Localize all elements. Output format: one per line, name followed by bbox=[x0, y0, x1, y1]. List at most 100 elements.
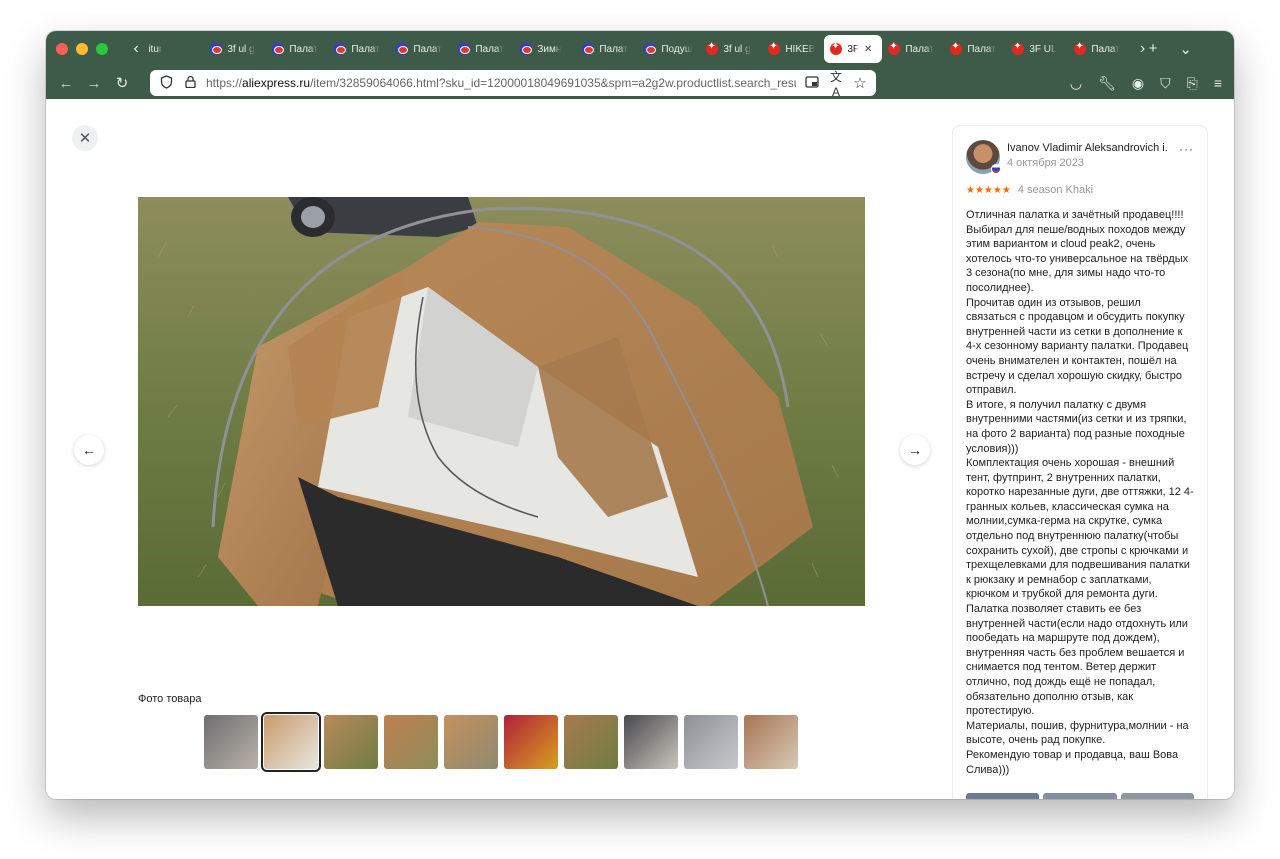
review-photo[interactable] bbox=[1120, 793, 1194, 799]
new-tab-icon[interactable]: + bbox=[1149, 40, 1158, 58]
next-photo-button[interactable]: → bbox=[900, 435, 930, 465]
tab-label: Палат bbox=[905, 43, 934, 55]
url-path: /item/32859064066.html?sku_id=1200001804… bbox=[310, 76, 796, 90]
product-photo bbox=[138, 197, 865, 606]
tabs-scroll-right-icon[interactable]: › bbox=[1136, 40, 1148, 58]
tab-label: Палат bbox=[1091, 43, 1120, 55]
url-text[interactable]: https://aliexpress.ru/item/32859064066.h… bbox=[206, 76, 796, 90]
photo-thumbnail[interactable] bbox=[624, 715, 678, 769]
review-header: Ivanov Vladimir Aleksandrovich i. 4 октя… bbox=[966, 140, 1194, 174]
author-block: Ivanov Vladimir Aleksandrovich i. 4 октя… bbox=[1007, 140, 1168, 169]
thumbnail-strip bbox=[204, 712, 798, 772]
browser-tab[interactable]: Палат bbox=[328, 35, 390, 63]
screen: ‹ itur 3f ul g Палат Палат Палат Палат Зимн Пал… bbox=[0, 0, 1280, 859]
tab-label: Палат bbox=[413, 43, 442, 55]
photo-thumbnail[interactable] bbox=[684, 715, 738, 769]
aliexpress-favicon-icon bbox=[950, 41, 963, 55]
browser-tab[interactable]: Палат bbox=[944, 35, 1006, 63]
close-window-button[interactable] bbox=[56, 43, 68, 55]
review-variant: 4 season Khaki bbox=[1017, 184, 1094, 196]
account-icon[interactable]: ◉ bbox=[1132, 75, 1144, 92]
url-scheme: https:// bbox=[206, 76, 243, 90]
tent-photo-image bbox=[138, 197, 865, 606]
photo-thumbnail[interactable] bbox=[261, 712, 321, 772]
zoom-window-button[interactable] bbox=[96, 43, 108, 55]
browser-tab[interactable]: Палат bbox=[576, 35, 638, 63]
browser-tab[interactable]: Подуш bbox=[638, 35, 700, 63]
photo-thumbnail[interactable] bbox=[504, 715, 558, 769]
aliexpress-favicon-icon bbox=[1074, 41, 1087, 55]
review-date: 4 октября 2023 bbox=[1007, 157, 1084, 169]
aliexpress-favicon-icon bbox=[888, 41, 901, 55]
tracking-protection-shield-icon[interactable] bbox=[158, 74, 174, 92]
review-photo[interactable] bbox=[1043, 793, 1117, 799]
arrow-right-icon: → bbox=[908, 442, 922, 458]
tools-wrench-icon[interactable]: 🔧︎ bbox=[1098, 75, 1116, 92]
browser-tab[interactable]: Палат bbox=[882, 35, 944, 63]
aliexpress-favicon-icon bbox=[272, 43, 285, 55]
window-controls bbox=[56, 43, 108, 55]
browser-tab[interactable]: Зимн bbox=[514, 35, 576, 63]
photo-thumbnail[interactable] bbox=[204, 715, 258, 769]
browser-tab[interactable]: Палат bbox=[452, 35, 514, 63]
tabs-scroll-left-icon[interactable]: ‹ bbox=[130, 40, 142, 58]
browser-tab[interactable]: 3F UL bbox=[1006, 35, 1068, 63]
arrow-left-icon: ← bbox=[82, 442, 96, 458]
aliexpress-favicon-icon bbox=[768, 41, 781, 55]
aliexpress-favicon-icon bbox=[830, 41, 843, 55]
extensions-icon[interactable]: ⎘ bbox=[1187, 75, 1198, 92]
aliexpress-favicon-icon bbox=[458, 43, 471, 55]
menu-icon[interactable]: ≡ bbox=[1214, 75, 1222, 92]
photo-thumbnail[interactable] bbox=[444, 715, 498, 769]
photo-thumbnail[interactable] bbox=[384, 715, 438, 769]
tab-label: Палат bbox=[475, 43, 504, 55]
back-icon[interactable]: ← bbox=[52, 75, 80, 92]
translate-icon[interactable]: 文A bbox=[828, 68, 844, 99]
forward-icon[interactable]: → bbox=[80, 75, 108, 92]
review-panel: Ivanov Vladimir Aleksandrovich i. 4 октя… bbox=[952, 125, 1208, 799]
aliexpress-favicon-icon bbox=[334, 43, 347, 55]
tab-label: Палат bbox=[599, 43, 628, 55]
list-all-tabs-icon[interactable]: ⌄ bbox=[1179, 40, 1192, 58]
aliexpress-favicon-icon bbox=[1012, 41, 1025, 55]
browser-tab[interactable]: Палат bbox=[1068, 35, 1130, 63]
more-options-icon[interactable]: ··· bbox=[1179, 142, 1194, 156]
close-viewer-button[interactable]: ✕ bbox=[72, 125, 98, 151]
ublock-shield-icon[interactable]: ⛉ bbox=[1160, 75, 1171, 92]
aliexpress-favicon-icon bbox=[582, 43, 595, 55]
tab-label: 3F UL bbox=[1029, 43, 1057, 55]
browser-tab[interactable]: itur bbox=[142, 35, 204, 63]
tab-label: Зимн bbox=[537, 43, 562, 55]
photo-thumbnail[interactable] bbox=[744, 715, 798, 769]
browser-tab[interactable]: 3f ul g bbox=[700, 35, 762, 63]
review-author: Ivanov Vladimir Aleksandrovich i. bbox=[1007, 142, 1168, 154]
minimize-window-button[interactable] bbox=[76, 43, 88, 55]
photo-thumbnail[interactable] bbox=[564, 715, 618, 769]
previous-photo-button[interactable]: ← bbox=[74, 435, 104, 465]
aliexpress-favicon-icon bbox=[210, 43, 223, 55]
review-photo[interactable] bbox=[966, 793, 1040, 799]
close-tab-icon[interactable]: ✕ bbox=[864, 44, 872, 55]
aliexpress-favicon-icon bbox=[706, 41, 719, 55]
photo-thumbnail[interactable] bbox=[324, 715, 378, 769]
tab-strip: itur 3f ul g Палат Палат Палат Палат Зимн Палат… bbox=[142, 31, 1130, 67]
gallery-title: Фото товара bbox=[138, 693, 202, 705]
star-rating: ★★★★★ bbox=[966, 184, 1011, 196]
aliexpress-favicon-icon bbox=[520, 43, 533, 55]
picture-in-picture-icon[interactable] bbox=[804, 75, 820, 91]
bookmark-star-icon[interactable]: ☆ bbox=[852, 74, 868, 92]
browser-tab[interactable]: Палат bbox=[266, 35, 328, 63]
aliexpress-favicon-icon bbox=[396, 43, 409, 55]
lock-icon[interactable] bbox=[182, 75, 198, 91]
browser-tab[interactable]: 3f ul g bbox=[204, 35, 266, 63]
browser-tab[interactable]: Палат bbox=[390, 35, 452, 63]
tab-bar: ‹ itur 3f ul g Палат Палат Палат Палат Зимн Пал… bbox=[46, 31, 1234, 67]
browser-tab[interactable]: 3F ✕ bbox=[824, 35, 883, 63]
tab-label: Подуш bbox=[661, 43, 693, 55]
browser-tab[interactable]: HIKEB bbox=[762, 35, 824, 63]
reload-icon[interactable]: ↻ bbox=[108, 74, 136, 92]
pocket-icon[interactable]: ◡ bbox=[1070, 75, 1082, 92]
tab-label: HIKEB bbox=[785, 43, 816, 55]
rating-row: ★★★★★ 4 season Khaki bbox=[966, 184, 1194, 196]
address-bar[interactable]: https://aliexpress.ru/item/32859064066.h… bbox=[150, 68, 876, 99]
